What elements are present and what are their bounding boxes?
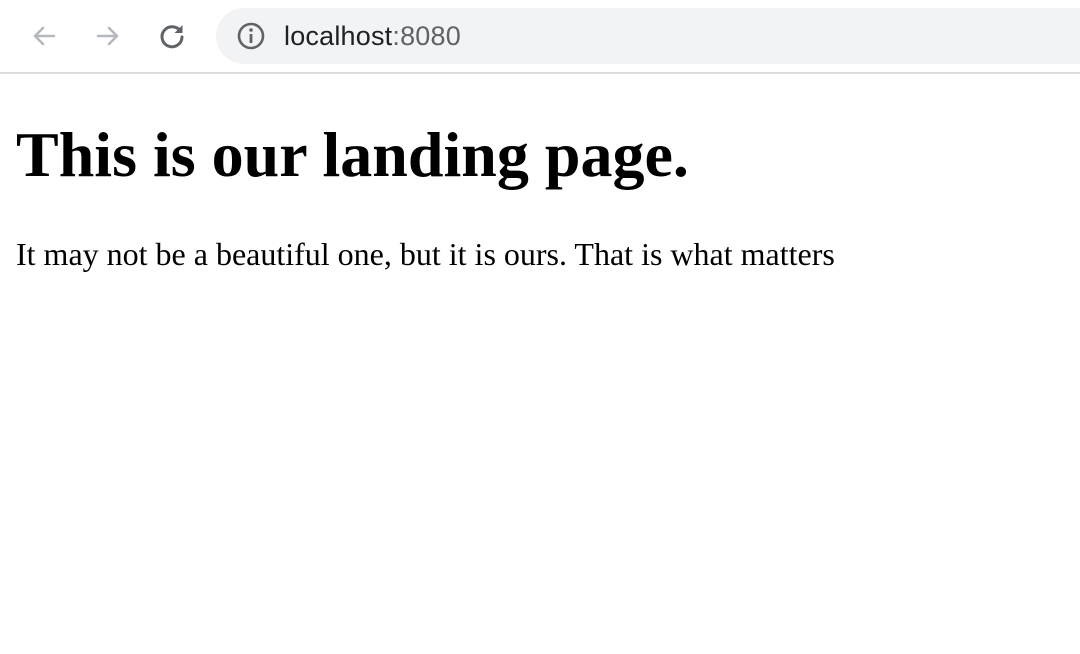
reload-button[interactable] <box>150 14 194 58</box>
forward-arrow-icon <box>96 26 119 46</box>
forward-button[interactable] <box>86 14 130 58</box>
url-text[interactable]: localhost:8080 <box>284 8 461 64</box>
page-title: This is our landing page. <box>16 119 689 190</box>
reload-icon <box>160 25 184 49</box>
info-icon[interactable] <box>236 21 266 51</box>
back-arrow-icon <box>33 26 56 46</box>
page-paragraph: It may not be a beautiful one, but it is… <box>16 236 835 272</box>
url-port: :8080 <box>392 21 461 51</box>
address-bar[interactable]: localhost:8080 <box>216 8 1080 64</box>
back-button[interactable] <box>22 14 66 58</box>
browser-toolbar: localhost:8080 <box>0 0 1080 74</box>
page-content: This is our landing page. It may not be … <box>16 74 1066 272</box>
url-host: localhost <box>284 21 393 51</box>
